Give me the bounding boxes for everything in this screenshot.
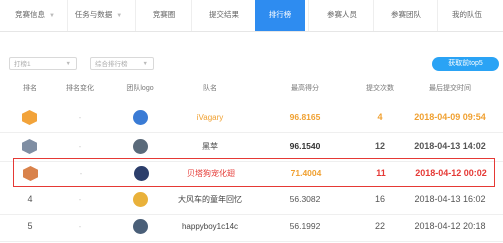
score: 56.3082	[289, 194, 321, 204]
team-logo	[133, 139, 148, 154]
score: 96.1540	[289, 141, 321, 151]
submission-count: 4	[377, 112, 383, 122]
column-header: 队名	[203, 85, 217, 92]
tab-label: 竞赛信息	[15, 10, 46, 19]
tab-3[interactable]: 提交结果	[196, 0, 252, 31]
tab-divider	[191, 0, 192, 31]
team-logo	[133, 192, 148, 207]
rank-medal-icon	[23, 166, 38, 181]
last-submit-time: 2018-04-09 09:54	[414, 112, 486, 122]
chevron-down-icon: ▼	[116, 13, 123, 19]
tab-2[interactable]: 竞赛圈	[140, 0, 188, 31]
team-logo	[134, 166, 149, 181]
chevron-down-icon: ▼	[65, 61, 71, 67]
tab-1[interactable]: 任务与数据 ▼	[65, 0, 132, 31]
submission-count: 22	[374, 221, 385, 231]
tab-label: 我的队伍	[452, 10, 482, 19]
rank-number: 4	[27, 194, 33, 204]
team-name[interactable]: happyboy1c14c	[160, 212, 260, 241]
tab-divider	[373, 0, 374, 31]
rank-change: -	[78, 113, 82, 122]
rank-change: -	[78, 222, 82, 231]
last-submit-time: 2018-04-12 00:02	[415, 168, 487, 178]
get-top5-button[interactable]: 获取前top5	[432, 57, 499, 71]
ranking-type-value: 综合排行榜	[95, 61, 128, 68]
submission-count: 11	[376, 168, 386, 178]
submission-count: 12	[374, 141, 385, 151]
tab-7[interactable]: 我的队伍	[437, 0, 497, 31]
rank-change: -	[79, 169, 83, 178]
rank-number: 5	[27, 221, 33, 231]
top-tab-bar: 竞赛信息 ▼ 任务与数据 ▼ 竞赛圈 提交结果 排行榜 参赛人员 参赛团队 我的队伍	[0, 0, 503, 32]
score: 56.1992	[289, 221, 321, 231]
column-header: 排名	[23, 85, 37, 92]
tab-5[interactable]: 参赛人员	[314, 0, 370, 31]
last-submit-time: 2018-04-13 14:02	[414, 141, 486, 151]
rank-medal-icon	[22, 110, 37, 125]
chevron-down-icon: ▼	[142, 61, 148, 67]
column-header: 最高得分	[291, 85, 319, 92]
tab-6[interactable]: 参赛团队	[378, 0, 434, 31]
team-name[interactable]: 贝塔狗宠化翅	[161, 159, 261, 188]
score: 96.8165	[289, 112, 321, 122]
team-logo	[133, 110, 148, 125]
leaderboard-row: 4 - 大风车的童年回忆 56.3082 16 2018-04-13 16:02	[0, 185, 503, 215]
tab-label: 任务与数据	[74, 10, 113, 19]
leaderboard-row: - iVagary 96.8165 4 2018-04-09 09:54	[0, 103, 503, 133]
rank-change: -	[78, 195, 82, 204]
board-select-value: 打榜1	[14, 61, 31, 68]
column-header: 最后提交时间	[429, 85, 471, 92]
column-header: 团队logo	[126, 85, 154, 92]
rank-medal-icon	[22, 139, 37, 154]
column-header: 排名变化	[66, 85, 94, 92]
team-name[interactable]: 大风车的童年回忆	[160, 185, 260, 214]
chevron-down-icon: ▼	[49, 13, 55, 19]
column-header: 提交次数	[366, 85, 394, 92]
leaderboard-row: 5 - happyboy1c14c 56.1992 22 2018-04-12 20:18	[0, 212, 503, 242]
board-select[interactable]: 打榜1 ▼	[9, 57, 77, 70]
team-name[interactable]: 黑苹	[160, 132, 260, 161]
tab-label: 参赛团队	[391, 10, 421, 19]
tab-divider	[135, 0, 136, 31]
ranking-type-select[interactable]: 综合排行榜 ▼	[90, 57, 154, 70]
submission-count: 16	[374, 194, 385, 204]
team-logo	[133, 219, 148, 234]
tab-label: 提交结果	[209, 10, 239, 19]
tab-divider	[308, 0, 309, 31]
score: 71.4004	[290, 168, 322, 178]
last-submit-time: 2018-04-13 16:02	[414, 194, 486, 204]
rank-change: -	[78, 142, 82, 151]
tab-label: 排行榜	[268, 10, 292, 19]
tab-4[interactable]: 排行榜	[255, 0, 305, 31]
tab-0[interactable]: 竞赛信息 ▼	[6, 0, 64, 31]
tab-label: 竞赛圈	[152, 10, 176, 19]
tab-label: 参赛人员	[327, 10, 357, 19]
leaderboard-row: - 贝塔狗宠化翅 71.4004 11 2018-04-12 00:02	[13, 158, 495, 187]
team-name[interactable]: iVagary	[160, 103, 260, 132]
last-submit-time: 2018-04-12 20:18	[414, 221, 486, 231]
